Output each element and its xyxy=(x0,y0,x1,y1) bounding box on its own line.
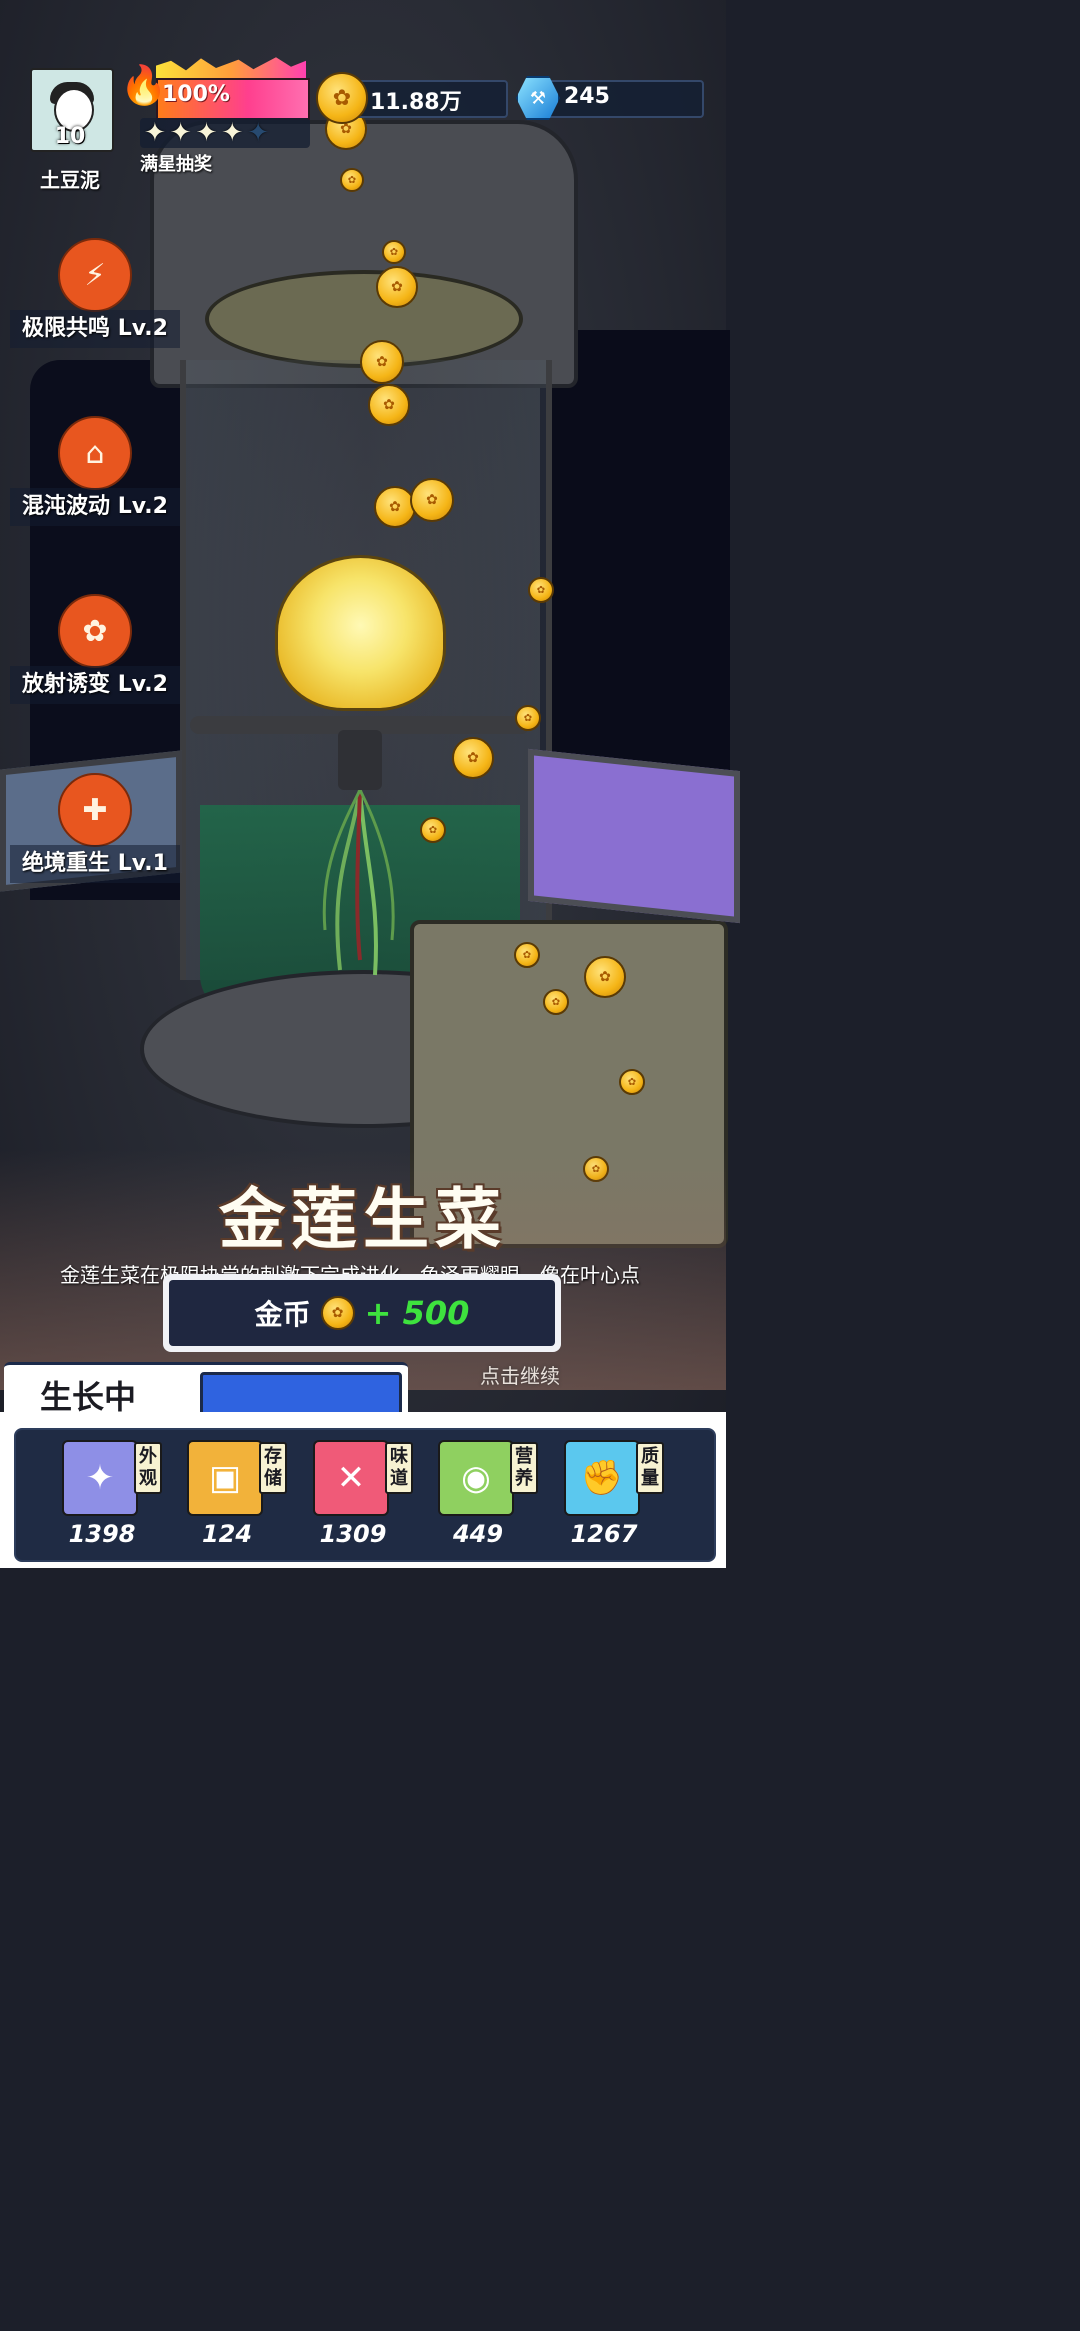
gold-amount: 11.88万 xyxy=(370,90,462,115)
attribute-value: 1267 xyxy=(570,1520,638,1548)
reward-content: 金币 ✿ + 500 xyxy=(169,1280,555,1346)
attribute-tag: 质量 xyxy=(636,1442,664,1494)
coin-icon: ✿ xyxy=(420,817,446,843)
coin-icon: ✿ xyxy=(619,1069,645,1095)
attribute-tag: 存储 xyxy=(259,1442,287,1494)
attribute-tag: 味道 xyxy=(385,1442,413,1494)
gem-amount: 245 xyxy=(564,84,610,109)
star-icon: ✦ xyxy=(195,118,218,148)
full-star-lottery-label[interactable]: 满星抽奖 xyxy=(140,150,212,176)
star-icon: ✦ xyxy=(169,118,192,148)
attribute-appearance[interactable]: ✦ 外观 1398 xyxy=(62,1440,172,1560)
attribute-taste[interactable]: ✕ 味道 1309 xyxy=(313,1440,423,1560)
coin-icon: ✿ xyxy=(368,384,410,426)
attribute-tag: 营养 xyxy=(510,1442,538,1494)
skill-label: 绝境重生 Lv.1 xyxy=(10,845,180,883)
coin-icon: ✿ xyxy=(374,486,416,528)
citrus-icon: ◉ xyxy=(438,1440,514,1516)
attribute-nutrition[interactable]: ◉ 营养 449 xyxy=(438,1440,548,1560)
energy-flame-top xyxy=(156,57,306,80)
coin-icon: ✿ xyxy=(515,705,541,731)
plant-holder xyxy=(338,730,382,790)
sparkle-icon: ✦ xyxy=(62,1440,138,1516)
sprout-box-icon: ✿ xyxy=(58,594,132,668)
gold-coin-icon: ✿ xyxy=(316,72,368,124)
coin-icon: ✿ xyxy=(382,240,406,264)
plant-roots xyxy=(322,790,395,976)
energy-percent: 100% xyxy=(162,82,230,107)
skill-label: 混沌波动 Lv.2 xyxy=(10,488,180,526)
coin-icon: ✿ xyxy=(528,577,554,603)
skill-extreme-resonance[interactable]: ⚡ 极限共鸣 Lv.2 xyxy=(10,238,180,348)
attribute-value: 449 xyxy=(452,1520,504,1548)
attribute-quality[interactable]: ✊ 质量 1267 xyxy=(564,1440,674,1560)
skill-radiation-mutation[interactable]: ✿ 放射诱变 Lv.2 xyxy=(10,594,180,704)
skill-label: 放射诱变 Lv.2 xyxy=(10,666,180,704)
golden-lotus-lettuce[interactable] xyxy=(275,555,446,711)
coin-icon: ✿ xyxy=(452,737,494,779)
plant-title: 金莲生菜 xyxy=(219,1181,507,1258)
energy-meter[interactable]: 🔥 100% xyxy=(120,56,310,120)
muscle-arm-icon: ✊ xyxy=(564,1440,640,1516)
attribute-storage[interactable]: ▣ 存储 124 xyxy=(187,1440,297,1560)
coin-icon: ✿ xyxy=(360,340,404,384)
flame-icon: 🔥 xyxy=(120,63,168,107)
star-icon: ✦ xyxy=(221,118,244,148)
skill-label: 极限共鸣 Lv.2 xyxy=(10,310,180,348)
fork-knife-icon: ✕ xyxy=(313,1440,389,1516)
coin-icon: ✿ xyxy=(584,956,626,998)
skill-chaos-wave[interactable]: ⌂ 混沌波动 Lv.2 xyxy=(10,416,180,526)
attribute-value: 1309 xyxy=(319,1520,387,1548)
attribute-value: 124 xyxy=(201,1520,253,1548)
reward-popup[interactable]: 金币 ✿ + 500 xyxy=(163,1274,561,1352)
coin-icon: ✿ xyxy=(514,942,540,968)
coin-icon: ✿ xyxy=(340,168,364,192)
terrarium-icon: ⌂ xyxy=(58,416,132,490)
star-rating[interactable]: ✦ ✦ ✦ ✦ ✦ xyxy=(140,118,310,148)
star-icon: ✦ xyxy=(144,118,166,148)
coin-icon: ✿ xyxy=(543,989,569,1015)
star-icon: ✦ xyxy=(247,118,269,148)
tap-to-continue[interactable]: 点击继续 xyxy=(480,1360,560,1389)
lightning-plant-icon: ⚡ xyxy=(58,238,132,312)
player-name: 土豆泥 xyxy=(40,168,100,192)
attribute-tag: 外观 xyxy=(134,1442,162,1494)
coin-icon: ✿ xyxy=(376,266,418,308)
gold-coin-icon: ✿ xyxy=(320,1296,355,1330)
reward-label: 金币 xyxy=(254,1298,311,1331)
storage-box-icon: ▣ xyxy=(187,1440,263,1516)
player-level: 10 xyxy=(54,124,86,149)
coin-icon: ✿ xyxy=(410,478,454,522)
monitor-right xyxy=(528,748,740,924)
attribute-value: 1398 xyxy=(68,1520,136,1548)
skill-desperate-rebirth[interactable]: ✚ 绝境重生 Lv.1 xyxy=(10,773,180,883)
reward-amount: + 500 xyxy=(364,1294,470,1332)
syringe-leaf-icon: ✚ xyxy=(58,773,132,847)
